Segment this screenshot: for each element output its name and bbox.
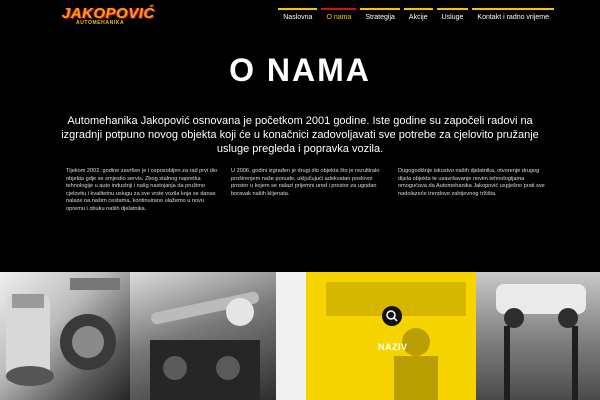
mechanic-under-car-photo [306, 272, 476, 400]
search-button[interactable] [382, 306, 402, 326]
nav-item-naslovna[interactable]: Naslovna [278, 8, 318, 25]
page-title: O NAMA [229, 52, 371, 88]
nav-item-o-nama[interactable]: O nama [321, 8, 357, 25]
logo-subtext: AUTOMEHANIKA [76, 20, 125, 26]
engine-photo [6, 278, 120, 386]
logo[interactable]: JAKOPOVIĆ AUTOMEHANIKA [62, 6, 154, 28]
logo-text: JAKOPOVIĆ [62, 5, 155, 22]
nav-item-usluge[interactable]: Usluge [436, 8, 469, 25]
gallery-tile[interactable] [276, 272, 306, 400]
search-icon [386, 310, 398, 322]
text-column: Tijekom 2002. godine završen je i osposo… [66, 168, 218, 212]
text-column: Dugogodišnje iskustvo naših djelatnika, … [398, 168, 545, 197]
mechanic-tools-photo [150, 291, 260, 400]
photo-gallery [0, 272, 600, 400]
gallery-tile[interactable] [476, 272, 600, 400]
main-nav: Naslovna O nama Strategija Akcije Usluge… [278, 8, 554, 25]
gallery-tile[interactable] [130, 272, 276, 400]
gallery-tile-label: NAZIV [378, 342, 408, 352]
intro-text: Automehanika Jakopović osnovana je počet… [61, 115, 539, 155]
text-column: U 2006. godini izgrađen je drugi dio obj… [231, 168, 380, 197]
gallery-tile[interactable] [0, 272, 130, 400]
nav-item-strategija[interactable]: Strategija [360, 8, 400, 25]
header: JAKOPOVIĆ AUTOMEHANIKA Naslovna O nama S… [0, 0, 600, 34]
gallery-tile-hover[interactable] [306, 272, 476, 400]
nav-item-akcije[interactable]: Akcije [403, 8, 433, 25]
car-lift-photo [496, 284, 586, 400]
nav-item-kontakt[interactable]: Kontakt i radno vrijeme [472, 8, 554, 25]
